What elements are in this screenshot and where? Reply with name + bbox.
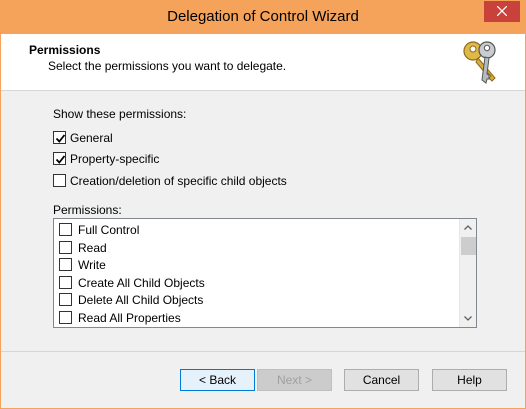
checkbox-box[interactable] — [59, 293, 72, 306]
checkbox-box[interactable] — [59, 258, 72, 271]
checkmark-icon — [55, 134, 66, 143]
show-permissions-label: Show these permissions: — [53, 107, 187, 121]
vertical-scrollbar[interactable] — [459, 219, 476, 327]
page-title: Permissions — [29, 43, 101, 57]
checkbox-label: Creation/deletion of specific child obje… — [70, 174, 287, 188]
list-item-label: Read All Properties — [78, 311, 181, 325]
checkbox-box[interactable] — [59, 223, 72, 236]
title-bar[interactable]: Delegation of Control Wizard — [1, 1, 525, 34]
checkbox-box[interactable] — [53, 131, 66, 144]
scroll-thumb[interactable] — [461, 237, 476, 255]
checkbox-label: Property-specific — [70, 152, 160, 166]
back-button[interactable]: < Back — [180, 369, 255, 391]
help-button[interactable]: Help — [432, 369, 507, 391]
close-icon — [497, 6, 507, 16]
checkmark-icon — [55, 155, 66, 164]
scroll-down-button[interactable] — [460, 310, 476, 327]
checkbox-box[interactable] — [53, 174, 66, 187]
checkbox-box[interactable] — [59, 241, 72, 254]
close-button[interactable] — [484, 1, 520, 22]
checkbox-box[interactable] — [59, 276, 72, 289]
chevron-up-icon — [464, 225, 472, 230]
list-item-label: Create All Child Objects — [78, 276, 205, 290]
list-item-label: Delete All Child Objects — [78, 293, 204, 307]
list-item-label: Read — [78, 241, 107, 255]
wizard-window: Delegation of Control Wizard Permissions… — [0, 0, 526, 409]
list-item-label: Write — [78, 258, 106, 272]
next-button[interactable]: Next > — [257, 369, 332, 391]
cancel-button[interactable]: Cancel — [344, 369, 419, 391]
permissions-list[interactable]: Full Control Read Write Create All Child… — [53, 218, 477, 328]
page-subtitle: Select the permissions you want to deleg… — [48, 59, 287, 73]
checkbox-label: General — [70, 131, 113, 145]
chevron-down-icon — [464, 316, 472, 321]
window-title: Delegation of Control Wizard — [167, 8, 359, 25]
keys-icon — [463, 41, 496, 84]
permissions-label: Permissions: — [53, 203, 122, 217]
list-item-label: Full Control — [78, 223, 140, 237]
checkbox-box[interactable] — [59, 311, 72, 324]
wizard-header: Permissions Select the permissions you w… — [1, 34, 525, 91]
scroll-up-button[interactable] — [460, 219, 476, 236]
footer-divider — [1, 351, 525, 352]
checkbox-box[interactable] — [53, 152, 66, 165]
